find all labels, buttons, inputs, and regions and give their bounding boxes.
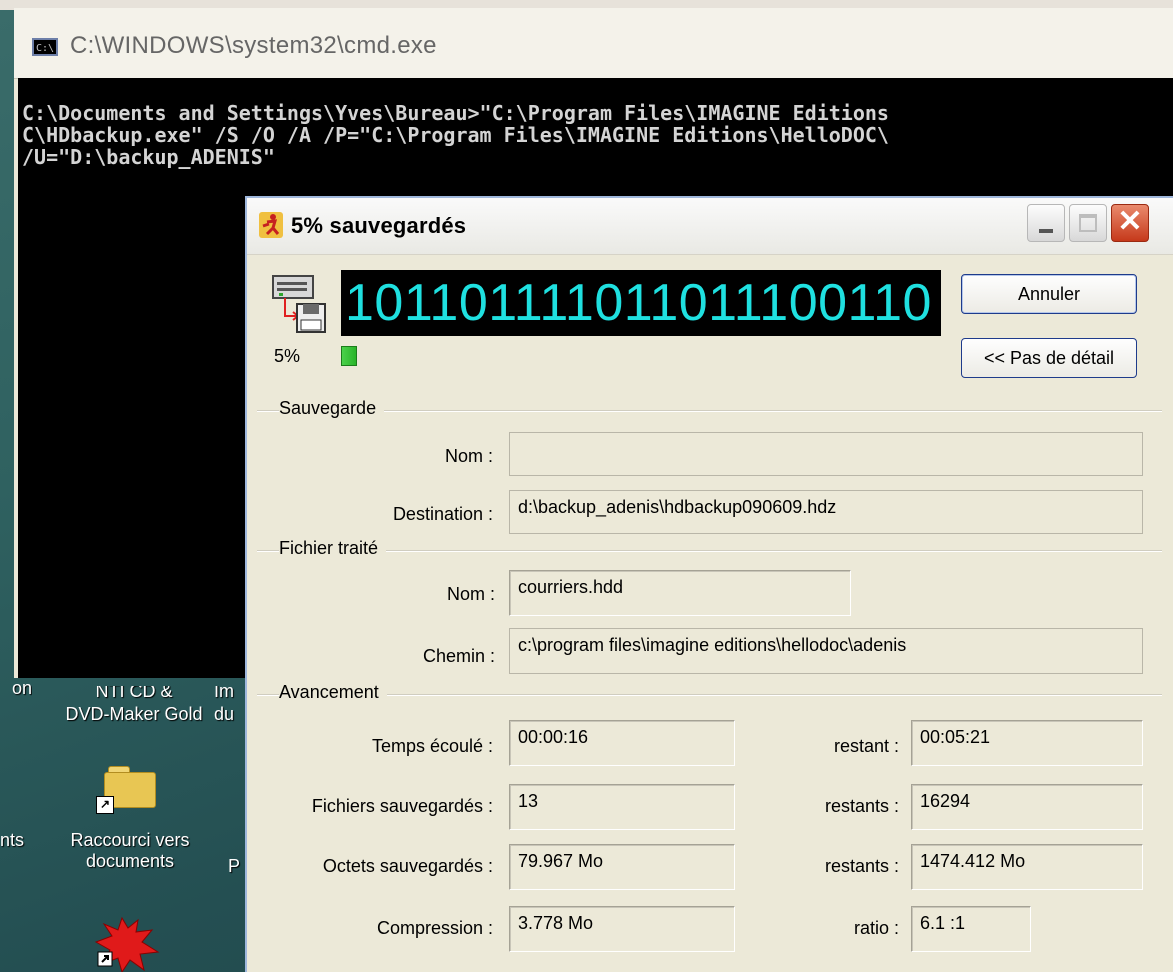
minimize-icon xyxy=(1039,229,1053,233)
desktop-item-im-line2: du xyxy=(214,704,235,724)
temps-restant-label: restant : xyxy=(833,736,899,756)
progress-bar xyxy=(341,346,357,366)
fichier-nom-field: courriers.hdd xyxy=(509,570,851,616)
chemin-field: c:\program files\imagine editions\hellod… xyxy=(509,628,1143,674)
desktop-item-documents[interactable]: Raccourci vers documents xyxy=(50,830,210,872)
maximize-button[interactable] xyxy=(1069,204,1107,242)
desktop-fragment-right: P xyxy=(228,856,241,876)
cmd-icon: C:\ xyxy=(32,38,58,56)
octets-restants-field: 1474.412 Mo xyxy=(911,844,1143,890)
cmd-titlebar[interactable]: C:\ C:\WINDOWS\system32\cmd.exe xyxy=(14,8,1173,79)
sauvegarde-nom-label: Nom : xyxy=(444,446,493,466)
desktop-item-im[interactable]: Im du xyxy=(214,686,244,725)
fichiers-sauvegardes-field: 13 xyxy=(509,784,735,830)
desktop-item-nti-line2: DVD-Maker Gold xyxy=(65,704,203,724)
progress-percent: 5% xyxy=(274,346,301,366)
desktop-fragment-left-1: on xyxy=(12,684,33,698)
destination-label: Destination : xyxy=(392,504,493,524)
sauvegarde-divider xyxy=(257,410,1162,412)
fichier-divider xyxy=(257,550,1162,552)
splat-app-icon[interactable] xyxy=(94,912,164,972)
cmd-line-3: /U="D:\backup_ADENIS" xyxy=(22,145,275,169)
fichier-nom-label: Nom : xyxy=(446,584,495,604)
binary-text: 101101111011011100110 xyxy=(345,274,932,332)
ratio-label: ratio : xyxy=(853,918,899,938)
temps-restant-field: 00:05:21 xyxy=(911,720,1143,766)
binary-activity-display: 101101111011011100110 xyxy=(341,270,941,336)
backup-dialog[interactable]: 5% sauvegardés ✕ 101101111011011100110 5… xyxy=(245,196,1173,972)
fichiers-restants-label: restants : xyxy=(824,796,899,816)
running-man-icon xyxy=(259,212,283,238)
octets-sauvegardes-field: 79.967 Mo xyxy=(509,844,735,890)
avancement-header: Avancement xyxy=(279,682,387,703)
dialog-titlebar[interactable]: 5% sauvegardés ✕ xyxy=(247,198,1173,255)
avancement-divider xyxy=(257,694,1162,696)
folder-icon[interactable]: ↗ xyxy=(96,766,156,814)
temps-ecoule-field: 00:00:16 xyxy=(509,720,735,766)
temps-ecoule-label: Temps écoulé : xyxy=(371,736,493,756)
cmd-line-2: C\HDbackup.exe" /S /O /A /P="C:\Program … xyxy=(22,123,889,147)
desktop-item-im-line1: Im xyxy=(214,686,234,701)
compression-field: 3.778 Mo xyxy=(509,906,735,952)
desktop-item-documents-line1: Raccourci vers xyxy=(70,830,190,850)
close-button[interactable]: ✕ xyxy=(1111,204,1149,242)
destination-field: d:\backup_adenis\hdbackup090609.hdz xyxy=(509,490,1143,534)
compression-label: Compression : xyxy=(376,918,493,938)
hide-details-button[interactable]: << Pas de détail xyxy=(961,338,1137,378)
octets-sauvegardes-label: Octets sauvegardés : xyxy=(322,856,493,876)
backup-disk-icon xyxy=(272,275,326,333)
sauvegarde-nom-field xyxy=(509,432,1143,476)
fichiers-restants-field: 16294 xyxy=(911,784,1143,830)
shortcut-arrow-icon: ↗ xyxy=(96,796,114,814)
desktop-fragment-left-2: nts xyxy=(0,830,25,850)
desktop-item-documents-line2: documents xyxy=(85,851,175,871)
octets-restants-label: restants : xyxy=(824,856,899,876)
sauvegarde-header: Sauvegarde xyxy=(279,398,385,419)
desktop-item-nti-line1: NTI CD & xyxy=(95,686,173,701)
minimize-button[interactable] xyxy=(1027,204,1065,242)
cmd-line-1: C:\Documents and Settings\Yves\Bureau>"C… xyxy=(22,101,889,125)
desktop-item-nti[interactable]: NTI CD & DVD-Maker Gold xyxy=(44,686,224,725)
ratio-field: 6.1 :1 xyxy=(911,906,1031,952)
cmd-title: C:\WINDOWS\system32\cmd.exe xyxy=(70,32,437,59)
maximize-icon xyxy=(1079,214,1097,232)
cancel-button[interactable]: Annuler xyxy=(961,274,1137,314)
dialog-title: 5% sauvegardés xyxy=(291,213,467,238)
fichiers-sauvegardes-label: Fichiers sauvegardés : xyxy=(311,796,493,816)
fichier-header: Fichier traité xyxy=(279,538,387,559)
chemin-label: Chemin : xyxy=(422,646,495,666)
close-icon: ✕ xyxy=(1117,205,1143,238)
